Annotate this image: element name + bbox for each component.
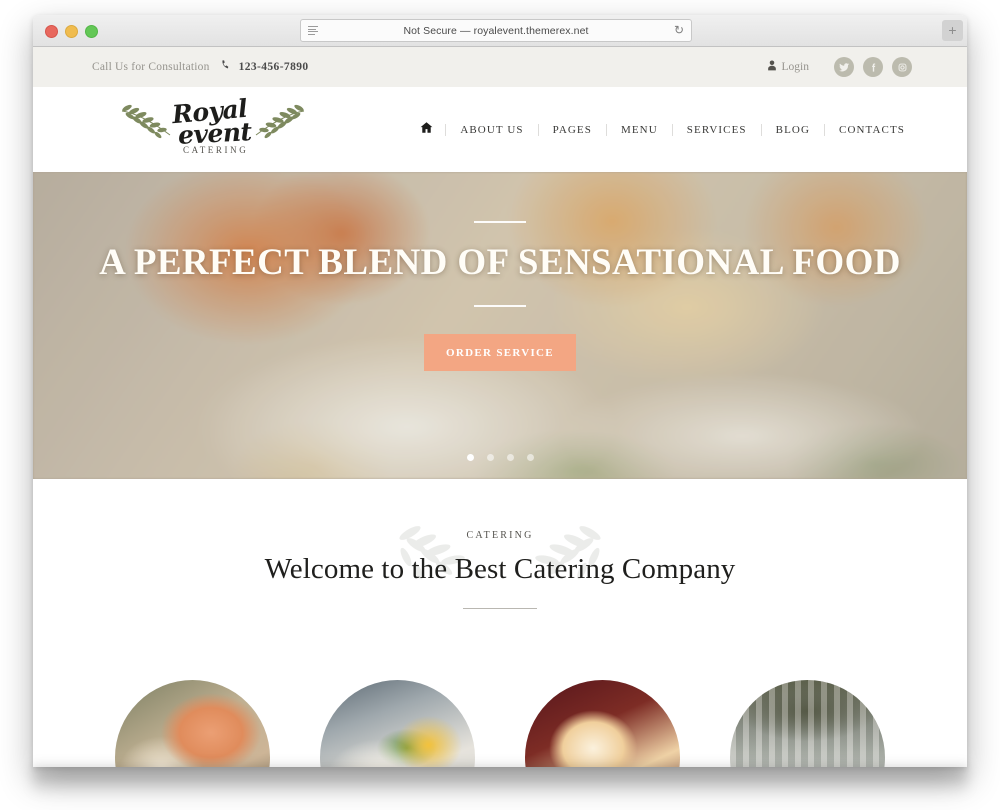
top-bar-actions: Login — [767, 57, 912, 77]
slider-dot-3[interactable] — [506, 454, 514, 461]
welcome-section: CATERING Welcome to the Best Catering Co… — [33, 479, 967, 767]
hero-content: A PERFECT BLEND OF SENSATIONAL FOOD ORDE… — [33, 172, 967, 479]
site-header: Royal event CATERING ABOUT US PAGES MENU… — [33, 87, 967, 172]
minimize-window-button[interactable] — [65, 25, 78, 38]
top-bar-contact: Call Us for Consultation 123-456-7890 — [92, 60, 309, 74]
hero-rule-bottom — [474, 305, 526, 307]
reader-view-icon[interactable] — [308, 26, 318, 35]
nav-item-about-us[interactable]: ABOUT US — [446, 124, 537, 136]
nav-item-menu[interactable]: MENU — [607, 124, 672, 136]
main-navigation: ABOUT US PAGES MENU SERVICES BLOG CONTAC… — [420, 121, 919, 138]
hero-slider: A PERFECT BLEND OF SENSATIONAL FOOD ORDE… — [33, 172, 967, 479]
new-tab-button[interactable]: + — [942, 20, 963, 41]
hero-title: A PERFECT BLEND OF SENSATIONAL FOOD — [99, 242, 901, 283]
close-window-button[interactable] — [45, 25, 58, 38]
slider-dot-1[interactable] — [466, 454, 474, 461]
laurel-branch-left-icon — [118, 101, 176, 148]
slider-dot-4[interactable] — [526, 454, 534, 461]
welcome-subtitle: CATERING — [466, 530, 534, 541]
nav-item-pages[interactable]: PAGES — [539, 124, 606, 136]
login-button[interactable]: Login — [767, 60, 809, 74]
consultation-label: Call Us for Consultation — [92, 61, 210, 73]
window-drop-shadow — [33, 767, 967, 795]
facebook-icon[interactable] — [863, 57, 883, 77]
food-circle-cheese-lemon-dish[interactable] — [320, 680, 475, 767]
nav-item-contacts[interactable]: CONTACTS — [825, 124, 919, 136]
site-top-bar: Call Us for Consultation 123-456-7890 Lo… — [33, 47, 967, 87]
slider-dot-2[interactable] — [486, 454, 494, 461]
food-gallery — [33, 680, 967, 767]
window-controls — [45, 25, 98, 38]
address-bar[interactable]: Not Secure — royalevent.themerex.net ↻ — [300, 19, 692, 42]
browser-window: Not Secure — royalevent.themerex.net ↻ +… — [33, 15, 967, 767]
nav-item-blog[interactable]: BLOG — [762, 124, 824, 136]
food-circle-cream-dessert[interactable] — [525, 680, 680, 767]
logo-subtitle: CATERING — [183, 145, 249, 155]
maximize-window-button[interactable] — [85, 25, 98, 38]
hero-rule-top — [474, 221, 526, 223]
user-icon — [767, 60, 777, 74]
login-label: Login — [781, 61, 809, 73]
site-logo[interactable]: Royal event CATERING — [121, 94, 305, 161]
instagram-icon[interactable] — [892, 57, 912, 77]
food-circle-glassware[interactable] — [730, 680, 885, 767]
order-service-button[interactable]: ORDER SERVICE — [424, 334, 576, 371]
food-circle-shrimp-salad[interactable] — [115, 680, 270, 767]
web-page: Call Us for Consultation 123-456-7890 Lo… — [33, 47, 967, 767]
laurel-branch-right-icon — [250, 101, 308, 148]
nav-home-icon[interactable] — [420, 121, 445, 138]
url-text: Not Secure — royalevent.themerex.net — [403, 24, 589, 37]
twitter-icon[interactable] — [834, 57, 854, 77]
phone-icon — [217, 59, 231, 75]
phone-number[interactable]: 123-456-7890 — [239, 61, 309, 73]
reload-icon[interactable]: ↻ — [674, 24, 684, 37]
browser-toolbar: Not Secure — royalevent.themerex.net ↻ + — [33, 15, 967, 47]
nav-item-services[interactable]: SERVICES — [673, 124, 761, 136]
welcome-title: Welcome to the Best Catering Company — [264, 553, 736, 585]
welcome-divider — [463, 608, 537, 609]
hero-slider-dots — [33, 454, 967, 461]
